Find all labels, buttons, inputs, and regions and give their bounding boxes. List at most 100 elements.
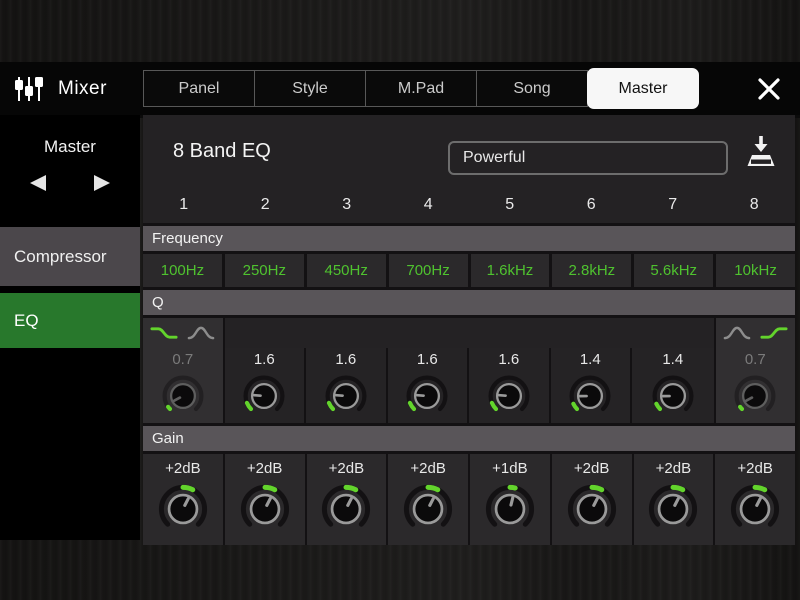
freq-cell-8[interactable]: 10kHz — [716, 254, 795, 287]
target-label: Master — [44, 137, 96, 156]
mixer-faders-icon — [12, 74, 46, 104]
q-cell-4: 1.6 — [387, 318, 469, 423]
freq-cell-1[interactable]: 100Hz — [143, 254, 222, 287]
peak-icon[interactable] — [723, 325, 751, 341]
app-title-group: Mixer — [12, 62, 107, 115]
tab-song[interactable]: Song — [476, 70, 588, 107]
q-knob-4[interactable] — [404, 373, 450, 419]
q-knob-7[interactable] — [650, 373, 696, 419]
gain-value-8: +2dB — [737, 460, 773, 477]
shelf-falling-icon[interactable] — [150, 325, 178, 341]
gain-knob-2[interactable] — [238, 482, 292, 536]
band-number-5: 5 — [505, 196, 515, 213]
band-number-6: 6 — [586, 196, 596, 213]
q-knob-1[interactable] — [160, 373, 206, 419]
next-target-button[interactable] — [90, 173, 114, 193]
q-cell-2: 1.6 — [224, 318, 306, 423]
band-number-7: 7 — [668, 196, 678, 213]
tab-bar: Panel Style M.Pad Song Master — [143, 68, 699, 109]
q-cell-6: 1.4 — [550, 318, 632, 423]
gain-value-4: +2dB — [410, 460, 446, 477]
q-cell-8: 0.7 — [713, 318, 795, 423]
app-title: Mixer — [58, 77, 107, 99]
sidebar-item-compressor[interactable]: Compressor — [0, 227, 140, 286]
gain-knob-4[interactable] — [401, 482, 455, 536]
save-icon — [744, 134, 778, 174]
gain-cell-3: +2dB — [306, 454, 387, 545]
right-arrow-icon — [92, 174, 112, 192]
gain-knob-7[interactable] — [646, 482, 700, 536]
q-knob-3[interactable] — [323, 373, 369, 419]
band-number-3: 3 — [342, 196, 352, 213]
band-number-1: 1 — [179, 196, 189, 213]
eq-header: 8 Band EQ Powerful — [143, 115, 795, 187]
gain-knob-8[interactable] — [728, 482, 782, 536]
q-cell-1: 0.7 — [143, 318, 225, 423]
q-knob-6[interactable] — [567, 373, 613, 419]
gain-value-3: +2dB — [328, 460, 365, 477]
frequency-row-header: Frequency — [143, 223, 795, 254]
freq-cell-2[interactable]: 250Hz — [224, 254, 304, 287]
gain-value-1: +2dB — [165, 460, 201, 477]
left-arrow-icon — [28, 174, 48, 192]
close-button[interactable] — [752, 74, 786, 104]
tab-mpad[interactable]: M.Pad — [365, 70, 477, 107]
gain-cell-1: +2dB — [143, 454, 223, 545]
band-number-row: 1 2 3 4 5 6 7 8 — [143, 187, 795, 223]
q-knob-8[interactable] — [732, 373, 778, 419]
q-value-3: 1.6 — [335, 351, 357, 368]
gain-value-2: +2dB — [246, 460, 283, 477]
band-number-2: 2 — [260, 196, 270, 213]
gain-value-5: +1dB — [492, 460, 528, 477]
freq-cell-6[interactable]: 2.8kHz — [552, 254, 632, 287]
gain-knob-1[interactable] — [156, 482, 210, 536]
tab-style[interactable]: Style — [254, 70, 366, 107]
band-number-4: 4 — [423, 196, 433, 213]
sidebar: Master Compressor EQ — [0, 115, 140, 540]
q-value-4: 1.6 — [416, 351, 438, 368]
top-bar: Mixer Panel Style M.Pad Song Master — [0, 62, 800, 118]
q-value-2: 1.6 — [253, 351, 275, 368]
save-button[interactable] — [743, 133, 779, 175]
gain-knob-3[interactable] — [319, 482, 373, 536]
gain-cell-2: +2dB — [224, 454, 305, 545]
target-selector: Master — [0, 115, 140, 223]
mixer-screen: Mixer Panel Style M.Pad Song Master Mast… — [0, 0, 800, 600]
q-value-6: 1.4 — [579, 351, 601, 368]
q-value-7: 1.4 — [662, 351, 684, 368]
gain-cell-4: +2dB — [388, 454, 468, 545]
prev-target-button[interactable] — [26, 173, 50, 193]
sidebar-item-eq[interactable]: EQ — [0, 293, 140, 348]
q-value-8: 0.7 — [744, 351, 766, 368]
preset-selector[interactable]: Powerful — [448, 141, 728, 175]
band-number-8: 8 — [749, 196, 759, 213]
gain-cell-5: +1dB — [470, 454, 550, 545]
q-knob-5[interactable] — [486, 373, 532, 419]
close-icon — [756, 76, 782, 102]
gain-section: +2dB +2dB +2dB +2dB +1dB +2dB +2dB +2dB — [143, 454, 795, 545]
freq-cell-5[interactable]: 1.6kHz — [470, 254, 550, 287]
frequency-value-row: 100Hz 250Hz 450Hz 700Hz 1.6kHz 2.8kHz 5.… — [143, 254, 795, 287]
tab-panel[interactable]: Panel — [143, 70, 255, 107]
q-knob-2[interactable] — [241, 373, 287, 419]
gain-cell-7: +2dB — [633, 454, 714, 545]
gain-row-header: Gain — [143, 423, 795, 454]
q-cell-5: 1.6 — [469, 318, 551, 423]
gain-value-7: +2dB — [655, 460, 692, 477]
tab-master[interactable]: Master — [587, 68, 699, 109]
shelf-rising-icon[interactable] — [760, 325, 788, 341]
gain-knob-5[interactable] — [483, 482, 537, 536]
gain-cell-6: +2dB — [551, 454, 632, 545]
q-value-5: 1.6 — [498, 351, 520, 368]
gain-cell-8: +2dB — [715, 454, 795, 545]
q-value-1: 0.7 — [172, 351, 194, 368]
freq-cell-3[interactable]: 450Hz — [306, 254, 386, 287]
gain-knob-6[interactable] — [565, 482, 619, 536]
eq-panel: 8 Band EQ Powerful 1 2 3 4 5 6 7 8 Frequ… — [143, 115, 795, 545]
peak-icon[interactable] — [187, 325, 215, 341]
freq-cell-7[interactable]: 5.6kHz — [634, 254, 714, 287]
q-cell-3: 1.6 — [306, 318, 388, 423]
q-cell-7: 1.4 — [632, 318, 714, 423]
gain-value-6: +2dB — [573, 460, 610, 477]
freq-cell-4[interactable]: 700Hz — [388, 254, 468, 287]
